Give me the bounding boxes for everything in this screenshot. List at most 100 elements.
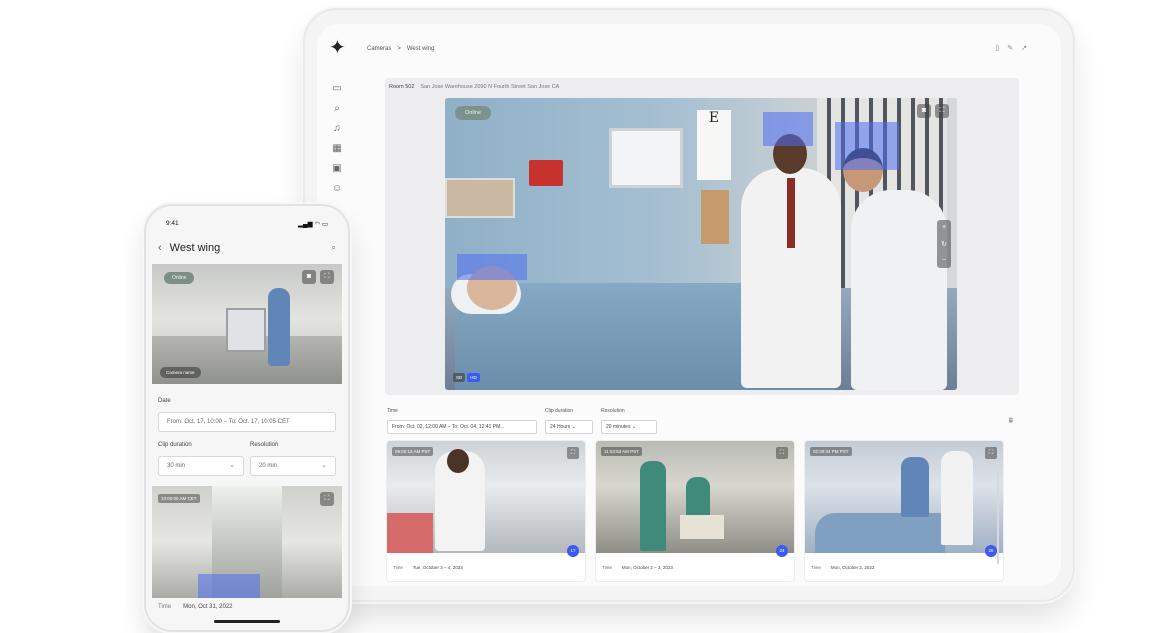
expand-icon[interactable]: ⛶ [935,104,949,118]
clip-duration-value: 30 min [167,463,186,469]
scene-nurse [268,288,290,366]
top-actions: ▯ ✎ ↗ [995,44,1027,52]
expand-icon[interactable]: ⛶ [985,447,997,459]
expand-icon[interactable]: ⛶ [320,492,334,506]
clip-time-label: Time [811,565,821,570]
clip-timestamp: 11:03:53 AM PST [601,447,642,456]
phone-live-video[interactable]: Online ◙ ⛶ Camera name [152,264,342,384]
quality-sd[interactable]: SD [453,373,466,382]
date-field[interactable]: From: Oct. 17, 10:00 – To: Oct. 17, 10:0… [158,412,336,432]
footer-time-value: Mon, Oct 31, 2022 [183,604,233,610]
detection-box-doctor-1 [763,112,813,146]
room-name: Room 502 [389,84,415,90]
clip-time-value: Mon, October 2 – 3, 2023 [621,565,673,570]
search-icon[interactable]: ⌕ [330,102,344,116]
grid-icon[interactable]: ▦ [330,142,344,156]
chevron-down-icon: ⌄ [631,424,637,430]
chevron-down-icon: ⌄ [229,462,235,469]
clip-time-value: Mon, October 2, 2023 [830,565,875,570]
online-badge: Online [164,272,195,284]
expand-icon[interactable]: ⛶ [776,447,788,459]
status-time: 9:41 [166,220,179,227]
scene-shelf [445,178,515,218]
clip-time-label: Time [602,565,612,570]
clip-card[interactable]: 11:03:53 AM PST ⛶ 24 Time Mon, October 2… [596,441,794,581]
calendar-icon[interactable]: ▣ [330,162,344,176]
clip-card[interactable]: 09:00:13 AM PST ⛶ 17 Time Tue, October 3… [387,441,585,581]
clip-count-badge: 17 [567,545,579,557]
resolution-value: 20 min [259,463,278,469]
detection-box-doctor-2 [835,122,899,170]
clip-duration-value: 24 Hours [550,424,571,430]
clip-list-scrollbar[interactable] [997,454,999,564]
camera-name-chip[interactable]: Camera name [160,367,201,378]
tablet-device: ✦ ▭ ⌕ ♫ ▦ ▣ ☺ Cameras > West wing ▯ ✎ ↗ … [305,10,1073,600]
clip-duration-select[interactable]: 24 Hours ⌄ [545,420,593,434]
scene-doctor-2 [851,190,947,390]
footer-time-label: Time [158,604,172,610]
filter-icon[interactable]: ⩩ [1009,416,1013,426]
scene-nurse [901,457,929,517]
status-icons: ▂▄▆ ◠ ▭ [297,221,328,228]
clip-footer: Time Tue, October 3 – 4, 2023 [393,565,463,570]
share-icon[interactable]: ↗ [1021,44,1027,52]
phone-status-bar: 9:41 ▂▄▆ ◠ ▭ [166,220,328,228]
scene-eye-chart: E [697,110,731,180]
resolution-select[interactable]: 20 min ⌄ [250,456,336,476]
scene-supplies [387,513,433,553]
online-badge: Online [455,106,491,120]
settings-icon[interactable]: ☺ [330,182,344,196]
breadcrumb-current: West wing [406,46,435,52]
clip-count-badge: 24 [776,545,788,557]
detection-box [198,574,260,598]
zoom-out-icon[interactable]: − [942,257,946,264]
trash-icon[interactable]: ▯ [995,44,999,52]
scene-doctor [941,451,973,545]
clip-time-value: Tue, October 3 – 4, 2023 [412,565,463,570]
tablet-screen: ✦ ▭ ⌕ ♫ ▦ ▣ ☺ Cameras > West wing ▯ ✎ ↗ … [317,24,1061,586]
clip-timestamp: 10:00:00 AM CET [158,494,200,503]
scene-stretcher [680,515,724,539]
date-label: Date [158,398,171,404]
resolution-value: 20 minutes [606,424,631,430]
back-icon[interactable]: ‹ [158,242,162,254]
clip-timestamp: 02:30:34 PM PST [810,447,852,456]
phone-clip-footer: Time Mon, Oct 31, 2022 [158,604,233,610]
clip-thumbnail [805,441,1003,553]
time-filter-field[interactable]: From: Oct. 02, 12:00 AM – To: Oct. 04, 1… [387,420,537,434]
edit-icon[interactable]: ✎ [1007,44,1013,52]
zoom-in-icon[interactable]: + [942,224,946,231]
clip-duration-select[interactable]: 30 min ⌄ [158,456,244,476]
live-video[interactable]: E Online ◙ ⛶ + ↻ − SD HD [445,98,957,390]
home-indicator [214,620,280,623]
clip-list: 09:00:13 AM PST ⛶ 17 Time Tue, October 3… [387,441,1021,581]
clip-count-badge: 26 [985,545,997,557]
phone-header: ‹ West wing ⌕ [158,242,336,254]
resolution-select[interactable]: 20 minutes ⌄ [601,420,657,434]
clip-footer: Time Mon, October 2, 2023 [811,565,874,570]
resolution-label: Resolution [601,408,625,414]
room-title: Room 502 San Jose Warehouse 2090 N Fourt… [389,84,559,90]
clip-thumbnail [596,441,794,553]
phone-clip-thumbnail[interactable]: 10:00:00 AM CET ⛶ [152,486,342,598]
chevron-down-icon: ⌄ [321,462,327,469]
bell-icon[interactable]: ♫ [330,122,344,136]
breadcrumb-root[interactable]: Cameras [367,46,391,52]
snapshot-icon[interactable]: ◙ [302,270,316,284]
quality-hd[interactable]: HD [467,373,480,382]
clip-card[interactable]: 02:30:34 PM PST ⛶ 26 Time Mon, October 2… [805,441,1003,581]
clip-footer: Time Mon, October 2 – 3, 2023 [602,565,673,570]
clip-duration-label: Clip duration [545,408,574,414]
zoom-reset-icon[interactable]: ↻ [941,240,947,248]
camera-icon[interactable]: ▭ [330,82,344,96]
detection-box-patient [457,254,527,280]
expand-icon[interactable]: ⛶ [320,270,334,284]
search-icon[interactable]: ⌕ [332,243,336,253]
scene-bed [815,513,945,553]
scene-staff-1 [640,461,666,551]
sparkle-logo-icon[interactable]: ✦ [329,38,346,58]
expand-icon[interactable]: ⛶ [567,447,579,459]
resolution-label: Resolution [250,442,279,448]
snapshot-icon[interactable]: ◙ [917,104,931,118]
clip-thumbnail [387,441,585,553]
